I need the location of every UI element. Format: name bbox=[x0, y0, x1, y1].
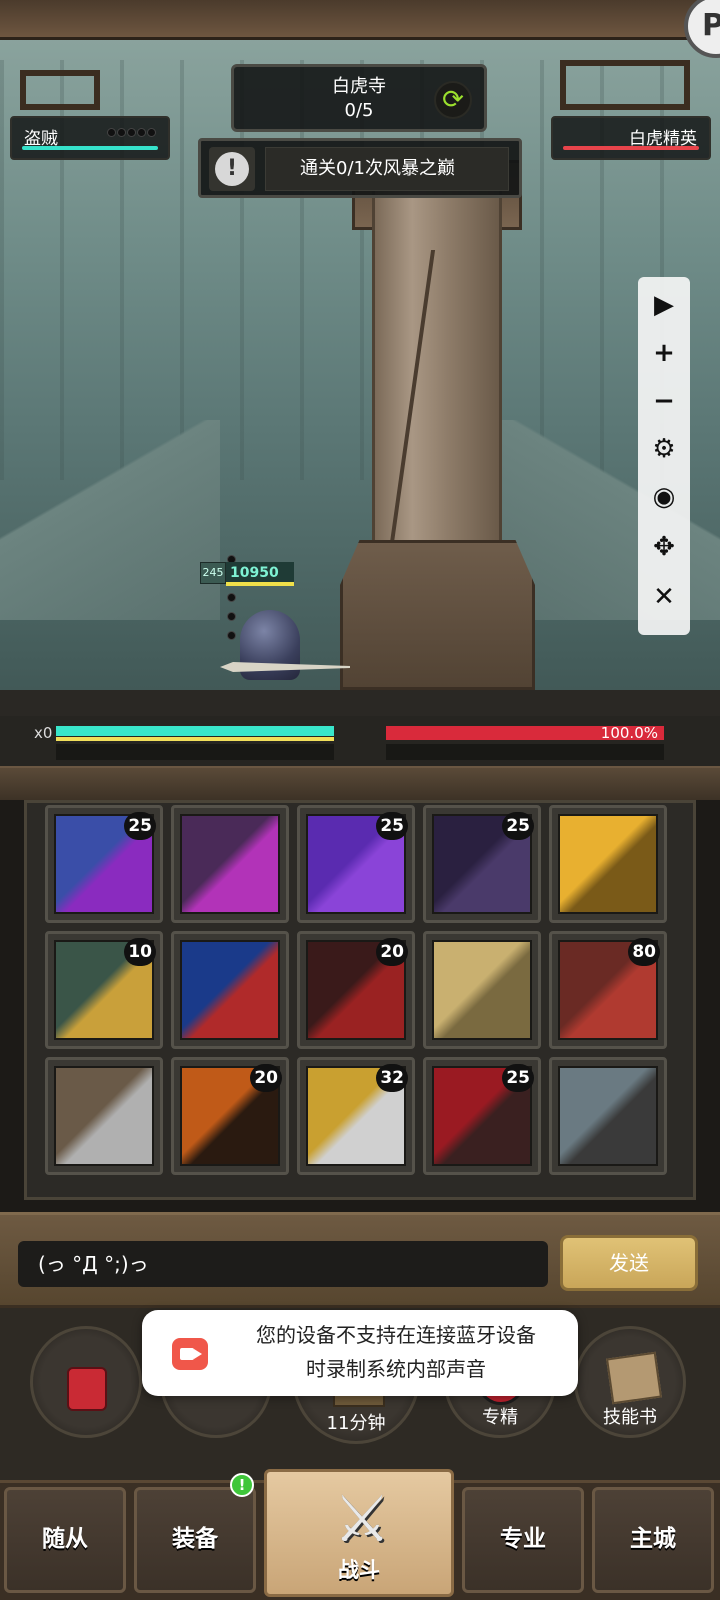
skill-slot[interactable] bbox=[549, 1057, 667, 1175]
stairs-left bbox=[0, 420, 220, 620]
player-level: 245 bbox=[200, 562, 226, 584]
eye-icon[interactable]: ◉ bbox=[638, 477, 690, 517]
bottom-nav: 随从 装备 ! ⚔ 战斗 专业 主城 bbox=[0, 1469, 720, 1600]
refresh-icon[interactable]: ⟳ bbox=[434, 81, 472, 119]
skill-stone-beast-icon bbox=[558, 1066, 658, 1166]
exclamation-icon: ! bbox=[215, 152, 249, 186]
specialty-label: 专精 bbox=[482, 1407, 518, 1428]
enemy-bar-track bbox=[386, 744, 664, 760]
skill-slot[interactable]: 10 bbox=[45, 931, 163, 1049]
gear-icon[interactable]: ⚙ bbox=[638, 429, 690, 469]
tab-equipment[interactable]: 装备 bbox=[134, 1487, 256, 1593]
skill-count: 10 bbox=[124, 938, 156, 966]
panel-header bbox=[0, 766, 720, 800]
tab-followers[interactable]: 随从 bbox=[4, 1487, 126, 1593]
skill-serpent-orb-icon bbox=[180, 940, 280, 1040]
skill-pink-demon-icon bbox=[180, 814, 280, 914]
skill-grid: 25 25 25 10 20 80 20 32 25 bbox=[24, 800, 696, 1200]
potion-icon bbox=[67, 1367, 107, 1411]
skill-slot[interactable]: 80 bbox=[549, 931, 667, 1049]
player-hp-bar bbox=[56, 726, 334, 736]
skill-count: 25 bbox=[502, 1064, 534, 1092]
skill-count: 80 bbox=[628, 938, 660, 966]
alert-icon-frame: ! bbox=[209, 147, 255, 191]
screen-record-icon bbox=[172, 1338, 208, 1370]
plus-icon[interactable]: + bbox=[638, 333, 690, 373]
skill-count: 20 bbox=[250, 1064, 282, 1092]
skill-count: 32 bbox=[376, 1064, 408, 1092]
chat-bar: (っ °Д °;)っ 发送 bbox=[0, 1212, 720, 1308]
play-icon[interactable]: ▶ bbox=[638, 285, 690, 325]
skill-slot[interactable]: 25 bbox=[423, 805, 541, 923]
tab-profession[interactable]: 专业 bbox=[462, 1487, 584, 1593]
skill-slot[interactable] bbox=[171, 931, 289, 1049]
player-shield-bar bbox=[226, 582, 294, 586]
skill-count: 25 bbox=[502, 812, 534, 840]
floating-toolbar: ▶ + − ⚙ ◉ ✥ ✕ bbox=[638, 277, 690, 635]
close-icon[interactable]: ✕ bbox=[638, 577, 690, 617]
player-name-box: 盗贼 bbox=[10, 116, 170, 160]
pillar-base bbox=[340, 540, 535, 690]
tab-main-city[interactable]: 主城 bbox=[592, 1487, 714, 1593]
hp-strip: x0 100.0% bbox=[0, 716, 720, 766]
send-button[interactable]: 发送 bbox=[560, 1235, 698, 1291]
decor-fret-left bbox=[20, 70, 100, 110]
player-name-bar bbox=[22, 146, 158, 150]
skill-grinning-face-icon bbox=[432, 940, 532, 1040]
player-hp-value: 10950 bbox=[226, 562, 294, 584]
skill-slot[interactable]: 32 bbox=[297, 1057, 415, 1175]
skill-golden-vortex-icon bbox=[558, 814, 658, 914]
move-icon[interactable]: ✥ bbox=[638, 527, 690, 567]
enemy-name-bar bbox=[563, 146, 699, 150]
tab-battle[interactable]: ⚔ 战斗 bbox=[264, 1469, 454, 1597]
book-icon bbox=[606, 1351, 662, 1405]
toast-message: 您的设备不支持在连接蓝牙设备 时录制系统内部声音 bbox=[226, 1318, 566, 1386]
system-toast: 您的设备不支持在连接蓝牙设备 时录制系统内部声音 bbox=[142, 1310, 578, 1396]
player-character bbox=[220, 600, 350, 695]
combo-counter: x0 bbox=[34, 724, 53, 742]
quest-text: 通关0/1次风暴之巅 bbox=[265, 147, 509, 191]
skill-slot[interactable] bbox=[45, 1057, 163, 1175]
quest-panel[interactable]: ! 通关0/1次风暴之巅 bbox=[198, 138, 522, 198]
skill-slot[interactable]: 20 bbox=[171, 1057, 289, 1175]
skill-count: 20 bbox=[376, 938, 408, 966]
crossed-swords-icon: ⚔ bbox=[333, 1483, 391, 1557]
skill-count: 25 bbox=[124, 812, 156, 840]
skill-slot[interactable]: 25 bbox=[45, 805, 163, 923]
enemy-name-box: 白虎精英 bbox=[551, 116, 711, 160]
skillbook-button[interactable]: 技能书 bbox=[574, 1326, 686, 1438]
skill-slot[interactable]: 20 bbox=[297, 931, 415, 1049]
player-rank-dots bbox=[106, 126, 156, 140]
temple-roof bbox=[0, 0, 720, 40]
chest-timer-label: 11分钟 bbox=[326, 1413, 386, 1434]
potion-button[interactable] bbox=[30, 1326, 142, 1438]
toast-line-2: 时录制系统内部声音 bbox=[306, 1357, 486, 1381]
enemy-hp-percent: 100.0% bbox=[600, 724, 658, 742]
toast-line-1: 您的设备不支持在连接蓝牙设备 bbox=[256, 1323, 536, 1347]
skill-smoke-dagger-icon bbox=[54, 1066, 154, 1166]
player-bar-track bbox=[56, 744, 334, 760]
skill-slot[interactable] bbox=[171, 805, 289, 923]
stage-panel[interactable]: 白虎寺 0/5 ⟳ bbox=[231, 64, 487, 132]
ground bbox=[0, 690, 720, 716]
skill-count: 25 bbox=[376, 812, 408, 840]
skill-slot[interactable] bbox=[423, 931, 541, 1049]
tab-battle-label: 战斗 bbox=[338, 1558, 380, 1582]
skill-slot[interactable] bbox=[549, 805, 667, 923]
skill-slot[interactable]: 25 bbox=[423, 1057, 541, 1175]
decor-fret-right bbox=[560, 60, 690, 110]
skill-slot[interactable]: 25 bbox=[297, 805, 415, 923]
player-energy-bar bbox=[56, 737, 334, 741]
chat-input[interactable]: (っ °Д °;)っ bbox=[18, 1241, 548, 1287]
minus-icon[interactable]: − bbox=[638, 381, 690, 421]
equipment-badge: ! bbox=[230, 1473, 254, 1497]
skillbook-label: 技能书 bbox=[603, 1407, 657, 1428]
